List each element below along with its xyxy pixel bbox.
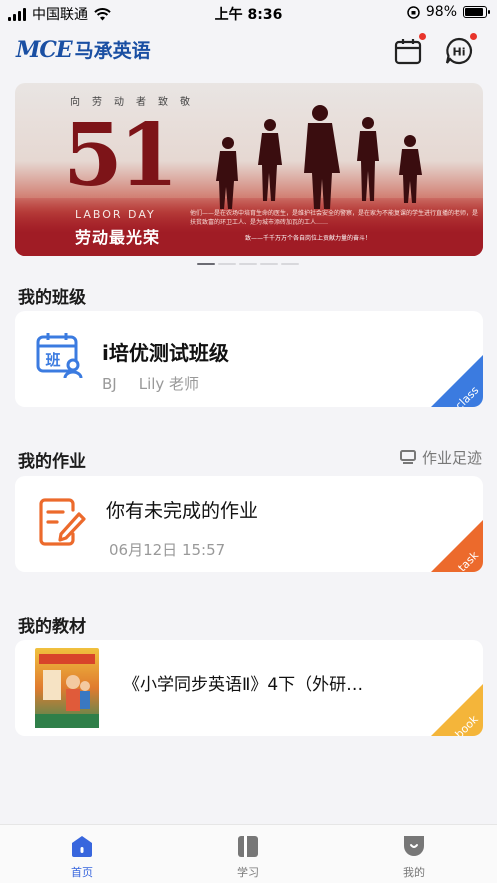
homework-edit-icon [39, 498, 86, 546]
homework-title: 你有未完成的作业 [106, 500, 259, 522]
textbook-title: 《小学同步英语Ⅱ》4下（外研… [123, 675, 364, 695]
my-textbook-title: 我的教材 [18, 617, 86, 637]
homework-tag-label: task [455, 548, 481, 572]
profile-icon [404, 836, 424, 856]
class-icon-label: 班 [45, 351, 60, 369]
textbook-cover-illustration [35, 654, 99, 728]
page-dot [260, 263, 278, 265]
svg-text:Hi: Hi [453, 46, 466, 59]
orientation-lock-icon [407, 5, 420, 19]
my-homework-title: 我的作业 [18, 452, 86, 472]
homework-date: 06月12日 15:57 [109, 541, 226, 559]
monitor-icon [399, 450, 416, 464]
banner-subtitle-en: LABOR DAY [75, 208, 156, 221]
banner-big-number: 51 [63, 105, 179, 206]
textbook-corner-tag: book [431, 684, 483, 736]
textbook-tag-label: book [452, 712, 481, 736]
class-tag-label: class [452, 383, 481, 407]
logo-text: 马承英语 [74, 40, 151, 62]
status-right: 98% [407, 4, 490, 20]
calendar-icon [394, 39, 422, 65]
page-dot-active [197, 263, 215, 265]
class-icon: 班 [36, 333, 83, 379]
home-icon [72, 836, 92, 857]
tab-study-label: 学习 [237, 866, 259, 879]
battery-icon [463, 6, 490, 18]
tab-study[interactable]: 学习 [213, 833, 283, 880]
banner-body-text: 他们——是在农场中培育生命的医生，是维护社会安全的警察，是在家为不能复课的学生进… [190, 210, 479, 226]
class-card[interactable]: 班 i培优测试班级 BJ Lily 老师 class [15, 311, 483, 407]
banner-subtitle-cn: 劳动最光荣 [75, 228, 161, 247]
study-book-icon [238, 836, 258, 857]
tab-home-label: 首页 [71, 866, 93, 879]
homework-footprint-link[interactable]: 作业足迹 [399, 447, 482, 468]
footprint-label: 作业足迹 [421, 449, 482, 467]
class-corner-tag: class [431, 355, 483, 407]
homework-corner-tag: task [431, 520, 483, 572]
app-logo: MCE 马承英语 [16, 36, 151, 63]
banner-page-indicator [197, 263, 299, 265]
tab-home[interactable]: 首页 [47, 833, 117, 880]
page-dot [239, 263, 257, 265]
bottom-tab-bar: 首页 学习 我的 [0, 824, 497, 883]
class-teacher: Lily 老师 [138, 375, 200, 393]
textbook-cover-image [35, 648, 99, 728]
promo-banner[interactable]: 向劳动者致敬 51 LABOR DAY 劳动最光荣 他们——是在农场中培育生命的… [15, 83, 483, 256]
battery-percent: 98% [425, 4, 457, 20]
tab-profile[interactable]: 我的 [379, 833, 449, 880]
logo-mark: MCE [16, 36, 73, 63]
hi-message-button[interactable]: Hi [443, 33, 477, 67]
status-bar: 中国联通 上午 8:36 98% [0, 0, 497, 26]
class-meta: BJ Lily 老师 [102, 373, 199, 394]
tab-profile-label: 我的 [403, 866, 425, 879]
page-dot [281, 263, 299, 265]
app-header: MCE 马承英语 Hi [0, 26, 497, 78]
notification-dot [419, 33, 426, 40]
notification-dot [470, 33, 477, 40]
textbook-card[interactable]: 《小学同步英语Ⅱ》4下（外研… book [15, 640, 483, 736]
my-class-title: 我的班级 [18, 288, 86, 308]
calendar-button[interactable] [392, 33, 426, 67]
page-dot [218, 263, 236, 265]
homework-card[interactable]: 你有未完成的作业 06月12日 15:57 task [15, 476, 483, 572]
worker-silhouettes-illustration [216, 105, 422, 209]
hi-message-icon: Hi [445, 37, 473, 65]
class-code: BJ [102, 375, 117, 393]
banner-footer-text: 致——千千万万个各自岗位上贡献力量的奋斗！ [245, 235, 372, 242]
class-name: i培优测试班级 [102, 341, 229, 365]
